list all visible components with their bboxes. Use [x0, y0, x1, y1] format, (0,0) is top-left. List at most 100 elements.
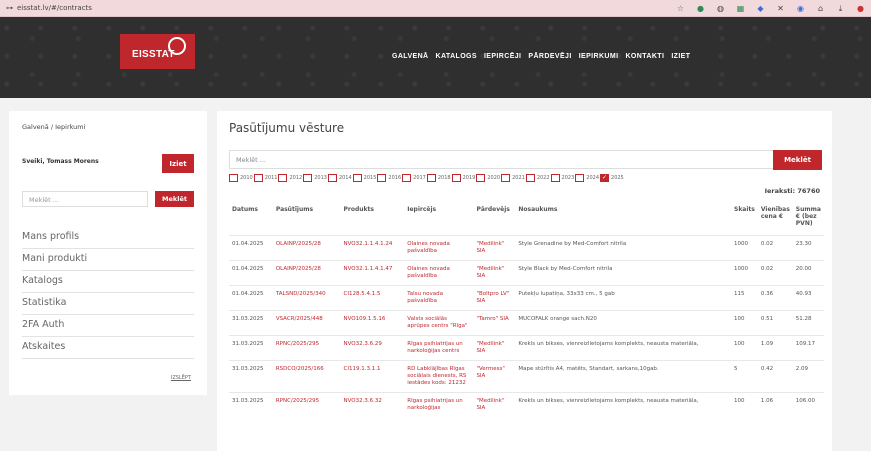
col-order-cell[interactable]: RPNC/2025/295: [272, 335, 341, 361]
checkbox-icon[interactable]: [525, 174, 535, 182]
checkbox-icon[interactable]: [600, 174, 610, 182]
year-checkbox-2020[interactable]: 2020: [476, 174, 500, 182]
year-checkbox-2017[interactable]: 2017: [402, 174, 426, 182]
col-order-cell[interactable]: OLAINP/2025/28: [272, 235, 341, 261]
sidebar-search-button[interactable]: Meklēt: [155, 191, 194, 207]
extension-icon[interactable]: ●: [696, 4, 705, 13]
site-header: EISSTAT GALVENĀ KATALOGS IEPIRCĒJI PĀRDE…: [0, 17, 871, 98]
year-checkbox-2023[interactable]: 2023: [550, 174, 574, 182]
main-search-button[interactable]: Meklēt: [773, 150, 822, 170]
col-date-header[interactable]: Datums: [229, 204, 273, 236]
checkbox-icon[interactable]: [303, 174, 313, 182]
checkbox-icon[interactable]: [575, 174, 585, 182]
year-checkbox-2016[interactable]: 2016: [377, 174, 401, 182]
table-row[interactable]: 01.04.2025 TALSND/2025/340 CI128.5.4.1.5 Ta…: [229, 285, 824, 311]
year-checkbox-2012[interactable]: 2012: [278, 174, 302, 182]
year-checkbox-2013[interactable]: 2013: [303, 174, 327, 182]
year-checkbox-2021[interactable]: 2021: [501, 174, 525, 182]
extension-icon[interactable]: ◆: [756, 4, 765, 13]
checkbox-icon[interactable]: [253, 174, 263, 182]
extension-icon[interactable]: ✕: [776, 4, 785, 13]
extension-icon[interactable]: ◉: [796, 4, 805, 13]
year-checkbox-2025[interactable]: 2025: [600, 174, 624, 182]
sidebar-item-atskaites[interactable]: Atskaites: [22, 337, 194, 359]
download-icon[interactable]: ⤓: [836, 4, 845, 13]
table-row[interactable]: 01.04.2025 OLAINP/2025/28 NVO32.1.1.4.1.24…: [229, 235, 824, 261]
checkbox-icon[interactable]: [426, 174, 436, 182]
sidebar-item-statistika[interactable]: Statistika: [22, 293, 194, 315]
col-product-cell[interactable]: NVO32.3.6.29: [340, 335, 405, 361]
col-product-cell[interactable]: NVO32.1.1.4.1.47: [340, 260, 405, 286]
year-checkbox-2022[interactable]: 2022: [525, 174, 550, 182]
col-buyer-cell: Olaines novada pašvaldība: [404, 260, 474, 286]
nav-item-kontakti[interactable]: KONTAKTI: [625, 53, 664, 60]
col-order-cell[interactable]: RSDCO/2025/166: [272, 360, 341, 393]
bookmark-star-icon[interactable]: ☆: [676, 4, 685, 13]
col-product-cell[interactable]: CI128.5.4.1.5: [340, 285, 405, 311]
col-sum-cell: 23.30: [792, 235, 824, 261]
col-product-header[interactable]: Produkts: [341, 204, 405, 236]
col-sum-header[interactable]: Summa € (bez PVN): [793, 204, 824, 236]
site-info-icon[interactable]: ⊶: [6, 4, 13, 12]
checkbox-icon[interactable]: [352, 174, 362, 182]
col-buyer-header[interactable]: Iepircējs: [404, 204, 473, 236]
year-label: 2021: [512, 175, 525, 181]
checkbox-icon[interactable]: [229, 174, 238, 182]
col-product-cell[interactable]: CI119.1.3.1.1: [340, 360, 405, 393]
extension-icon[interactable]: ▦: [736, 4, 745, 13]
col-name-header[interactable]: Nosaukums: [515, 204, 731, 236]
col-product-cell[interactable]: NVO32.1.1.4.1.24: [340, 235, 405, 261]
sidebar-item-2fa-auth[interactable]: 2FA Auth: [22, 315, 194, 337]
sidebar-item-katalogs[interactable]: Katalogs: [22, 271, 194, 293]
table-row[interactable]: 31.03.2025 RPNC/2025/295 NVO32.3.6.32 Rīgas…: [229, 392, 824, 417]
table-row[interactable]: 31.03.2025 VSACR/2025/448 NVO109.1.5.16 Val…: [229, 310, 824, 336]
checkbox-icon[interactable]: [476, 174, 486, 182]
col-seller-header[interactable]: Pārdevējs: [473, 204, 515, 236]
nav-item-pardeveji[interactable]: PĀRDEVĒJI: [528, 53, 571, 60]
address-bar[interactable]: ⊶ eisstat.lv/#/contracts: [6, 4, 676, 12]
site-logo[interactable]: EISSTAT: [120, 34, 195, 69]
col-order-cell[interactable]: VSACR/2025/448: [272, 310, 341, 336]
col-order-cell[interactable]: RPNC/2025/295: [272, 392, 341, 417]
profile-avatar-icon[interactable]: ●: [856, 4, 865, 13]
table-row[interactable]: 31.03.2025 RPNC/2025/295 NVO32.3.6.29 Rīgas…: [229, 335, 824, 361]
checkbox-icon[interactable]: [327, 174, 337, 182]
year-checkbox-2014[interactable]: 2014: [327, 174, 352, 182]
year-checkbox-2019[interactable]: 2019: [451, 174, 475, 182]
col-product-cell[interactable]: NVO109.1.5.16: [340, 310, 405, 336]
checkbox-icon[interactable]: [377, 174, 387, 182]
checkbox-icon[interactable]: [501, 174, 511, 182]
checkbox-icon[interactable]: [278, 174, 288, 182]
table-row[interactable]: 31.03.2025 RSDCO/2025/166 CI119.1.3.1.1 RD …: [229, 360, 824, 393]
year-checkbox-2010[interactable]: 2010: [229, 174, 253, 182]
nav-item-galvena[interactable]: GALVENĀ: [392, 53, 429, 60]
table-row[interactable]: 01.04.2025 OLAINP/2025/28 NVO32.1.1.4.1.47…: [229, 260, 824, 286]
extensions-puzzle-icon[interactable]: ⌂: [816, 4, 825, 13]
nav-item-iepirkumi[interactable]: IEPIRKUMI: [579, 53, 619, 60]
checkbox-icon[interactable]: [402, 174, 412, 182]
col-product-cell[interactable]: NVO32.3.6.32: [340, 392, 405, 417]
logout-button[interactable]: Iziet: [162, 154, 194, 173]
year-checkbox-2015[interactable]: 2015: [352, 174, 376, 182]
col-order-header[interactable]: Pasūtījums: [273, 204, 341, 236]
sidebar-search-input[interactable]: Meklēt ...: [22, 191, 148, 207]
address-text[interactable]: eisstat.lv/#/contracts: [17, 4, 92, 12]
extension-icon[interactable]: ◍: [716, 4, 725, 13]
breadcrumb[interactable]: Galvenā / Iepirkumi: [22, 123, 85, 131]
col-unit-price-header[interactable]: Vienības cena €: [758, 204, 793, 236]
col-order-cell[interactable]: TALSND/2025/340: [272, 285, 341, 311]
col-qty-header[interactable]: Skaits: [731, 204, 758, 236]
nav-item-iepirceji[interactable]: IEPIRCĒJI: [484, 53, 521, 60]
col-order-cell[interactable]: OLAINP/2025/28: [272, 260, 341, 286]
nav-item-katalogs[interactable]: KATALOGS: [436, 53, 477, 60]
year-checkbox-2024[interactable]: 2024: [575, 174, 599, 182]
checkbox-icon[interactable]: [451, 174, 461, 182]
year-checkbox-2011[interactable]: 2011: [253, 174, 277, 182]
sidebar-item-mani-produkti[interactable]: Mani produkti: [22, 249, 194, 271]
checkbox-icon[interactable]: [550, 174, 560, 182]
main-search-input[interactable]: Meklēt ...: [229, 150, 774, 169]
year-checkbox-2018[interactable]: 2018: [426, 174, 451, 182]
nav-item-iziet[interactable]: IZIET: [671, 53, 690, 60]
collapse-link[interactable]: IZSLĒPT: [171, 375, 191, 381]
sidebar-item-mans-profils[interactable]: Mans profils: [22, 227, 194, 249]
